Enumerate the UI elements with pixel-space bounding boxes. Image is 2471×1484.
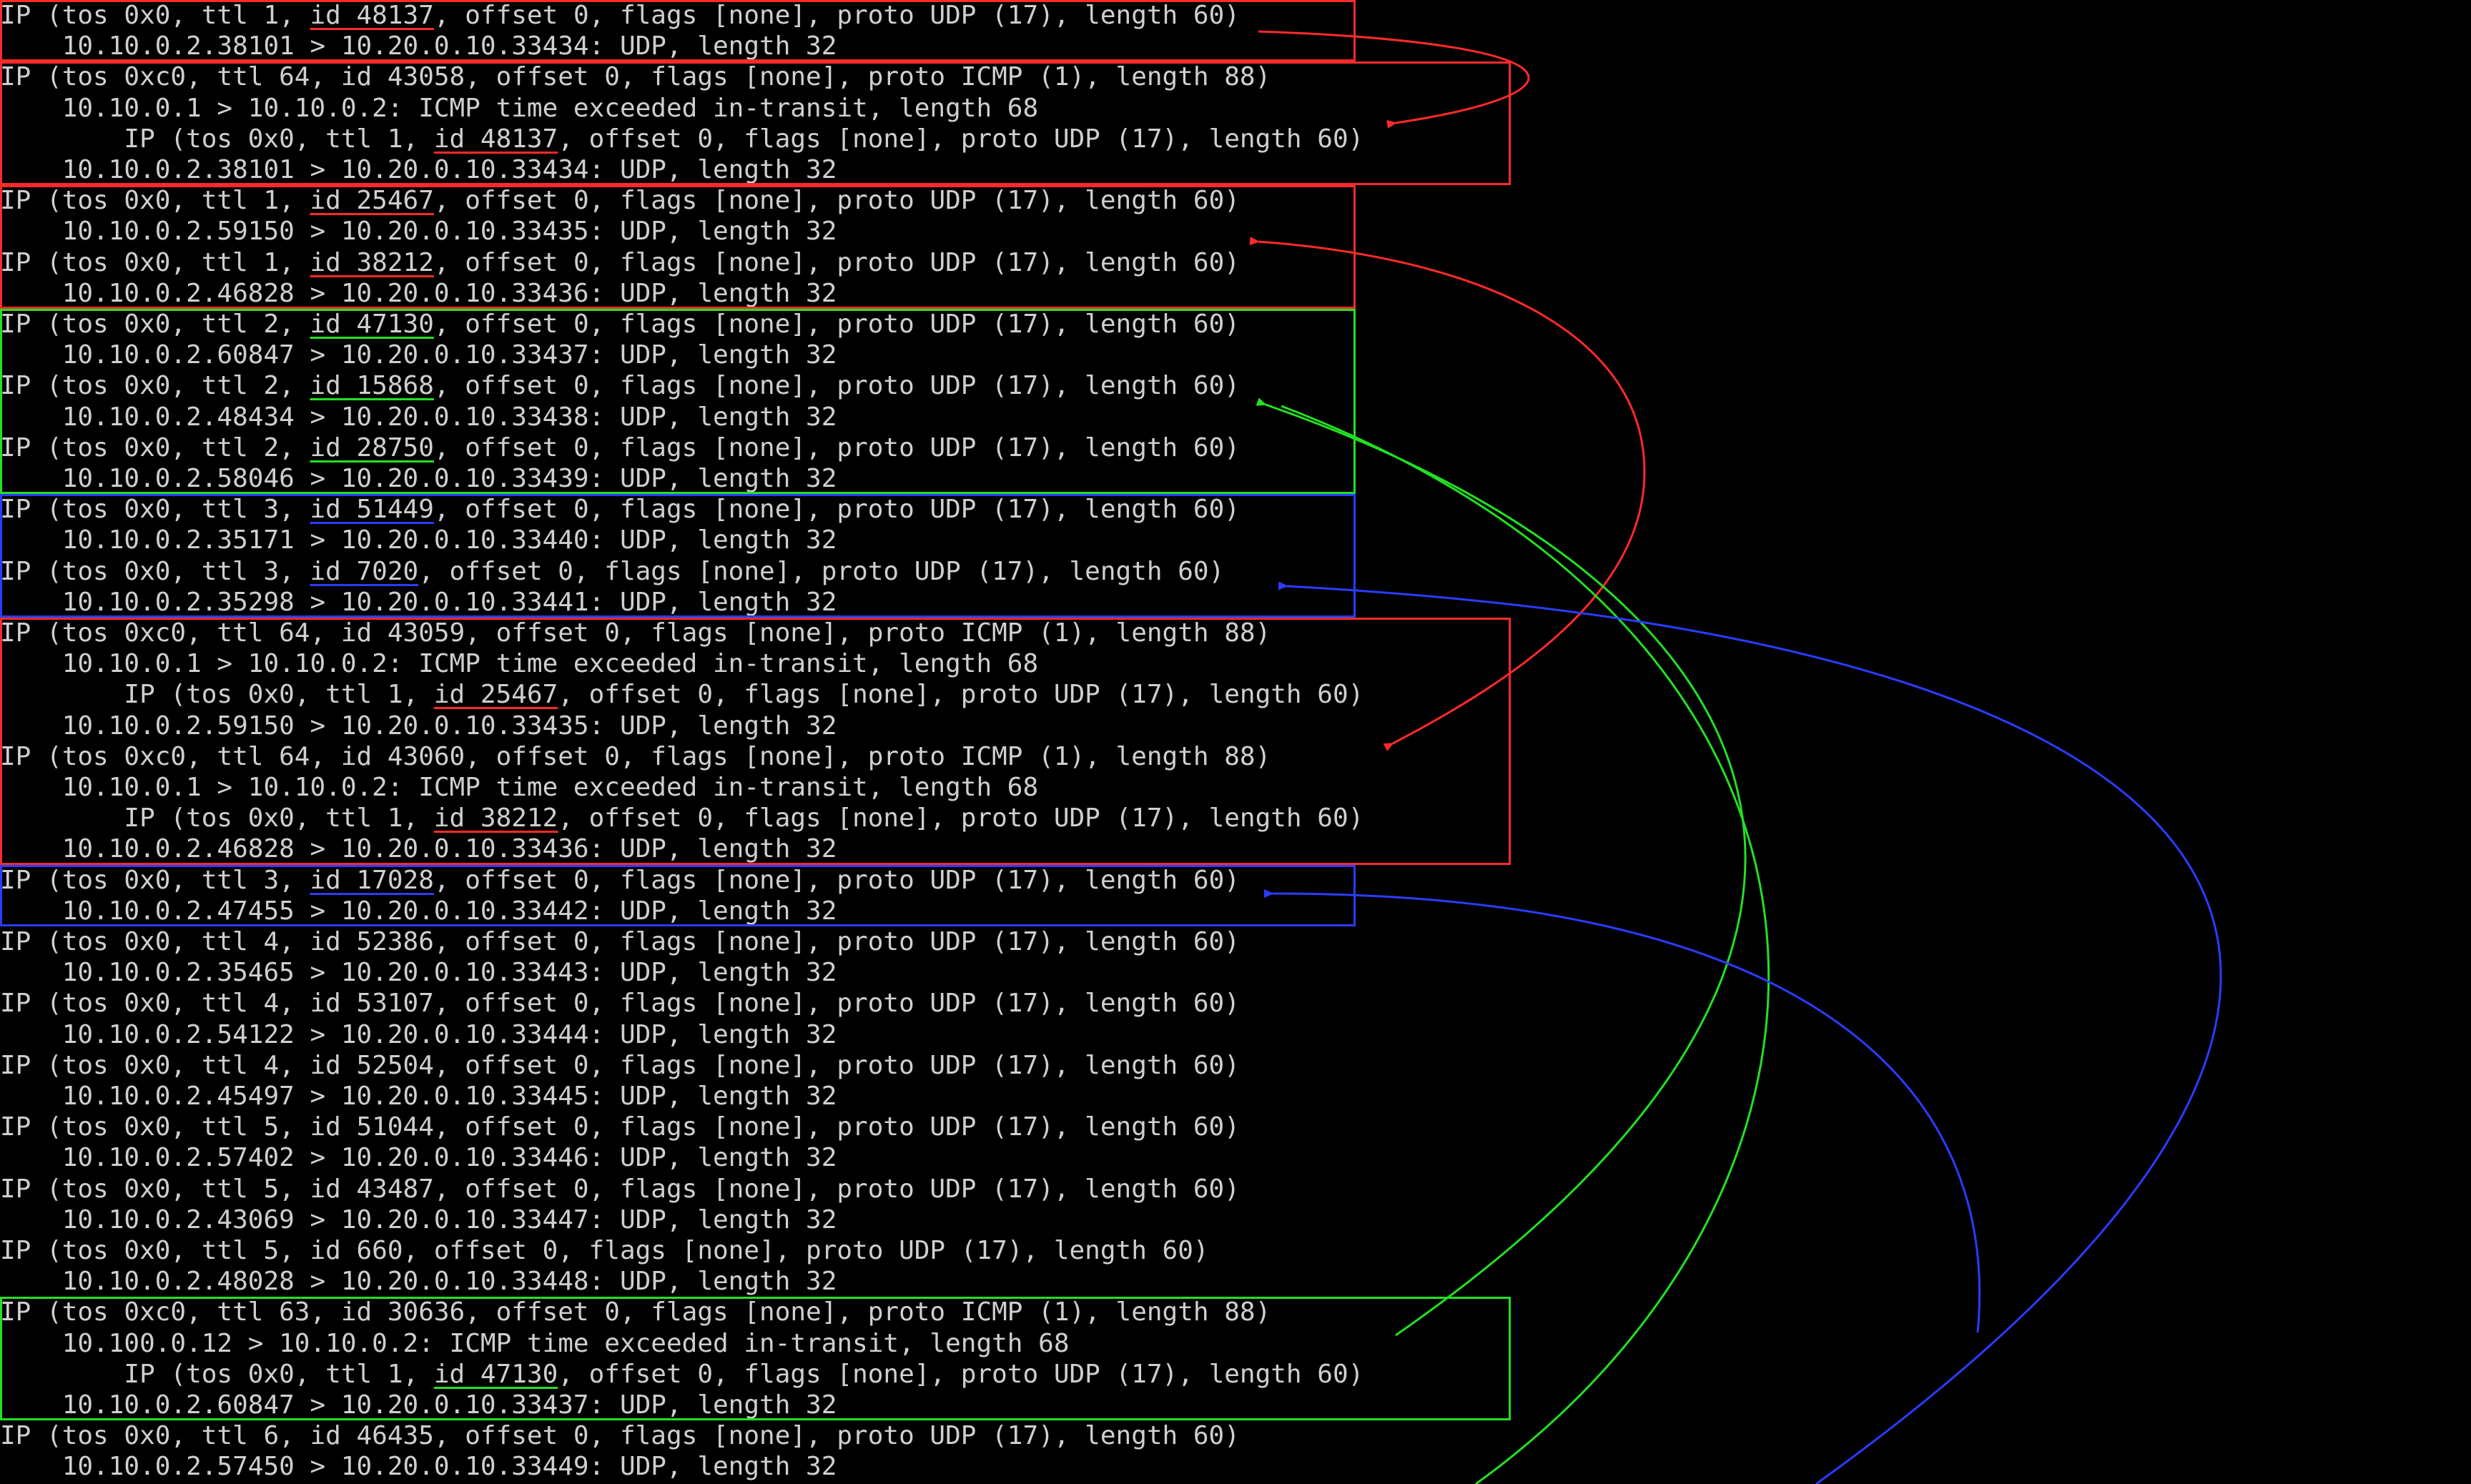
packet-id-7020: id 7020 bbox=[310, 556, 419, 586]
output-line: IP (tos 0x0, ttl 5, id 43487, offset 0, … bbox=[0, 1174, 1240, 1204]
output-line: 10.10.0.2.59150 > 10.20.0.10.33435: UDP,… bbox=[0, 711, 837, 741]
arrow-blue-1 bbox=[1278, 581, 2222, 1484]
output-line: IP (tos 0x0, ttl 3, id 17028, offset 0, … bbox=[0, 865, 1240, 895]
output-line: 10.10.0.2.35171 > 10.20.0.10.33440: UDP,… bbox=[0, 525, 837, 555]
output-line: IP (tos 0x0, ttl 5, id 660, offset 0, fl… bbox=[0, 1236, 1209, 1265]
output-line: IP (tos 0x0, ttl 1, id 25467, offset 0, … bbox=[0, 680, 1364, 710]
output-line: IP (tos 0x0, ttl 6, id 46435, offset 0, … bbox=[0, 1421, 1240, 1451]
output-line: 10.10.0.1 > 10.10.0.2: ICMP time exceede… bbox=[0, 93, 1039, 123]
arrow-red-2 bbox=[1249, 237, 1646, 473]
arrow-green-1 bbox=[1256, 397, 1747, 1337]
output-line: IP (tos 0x0, ttl 1, id 47130, offset 0, … bbox=[0, 1359, 1364, 1389]
output-line: 10.10.0.2.54122 > 10.20.0.10.33444: UDP,… bbox=[0, 1019, 837, 1049]
output-line: IP (tos 0x0, ttl 2, id 15868, offset 0, … bbox=[0, 371, 1240, 401]
output-line: 10.10.0.2.45497 > 10.20.0.10.33445: UDP,… bbox=[0, 1082, 837, 1111]
output-line: 10.10.0.2.57402 > 10.20.0.10.33446: UDP,… bbox=[0, 1143, 837, 1173]
output-line: IP (tos 0x0, ttl 1, id 48137, offset 0, … bbox=[0, 1, 1240, 30]
output-line: IP (tos 0x0, ttl 4, id 53107, offset 0, … bbox=[0, 989, 1240, 1019]
output-line: IP (tos 0xc0, ttl 64, id 43058, offset 0… bbox=[0, 62, 1271, 92]
arrow-blue-2 bbox=[1263, 889, 1981, 1333]
output-line: 10.10.0.2.38101 > 10.20.0.10.33434: UDP,… bbox=[0, 31, 837, 61]
packet-id-15868: id 15868 bbox=[310, 371, 434, 401]
output-line: IP (tos 0x0, ttl 2, id 47130, offset 0, … bbox=[0, 310, 1240, 339]
packet-id-17028: id 17028 bbox=[310, 865, 434, 895]
output-line: 10.10.0.2.47455 > 10.20.0.10.33442: UDP,… bbox=[0, 896, 837, 926]
output-line: IP (tos 0x0, ttl 3, id 51449, offset 0, … bbox=[0, 495, 1240, 525]
output-line: 10.10.0.2.46828 > 10.20.0.10.33436: UDP,… bbox=[0, 834, 837, 864]
packet-id-38212: id 38212 bbox=[310, 247, 434, 277]
output-line: IP (tos 0x0, ttl 1, id 38212, offset 0, … bbox=[0, 803, 1364, 833]
output-line: 10.10.0.2.46828 > 10.20.0.10.33436: UDP,… bbox=[0, 278, 837, 308]
output-line: IP (tos 0x0, ttl 4, id 52504, offset 0, … bbox=[0, 1050, 1240, 1080]
packet-id-25467: id 25467 bbox=[310, 186, 434, 216]
output-line: IP (tos 0x0, ttl 4, id 52386, offset 0, … bbox=[0, 927, 1240, 956]
packet-id-47130: id 47130 bbox=[310, 310, 434, 339]
output-line: IP (tos 0x0, ttl 1, id 48137, offset 0, … bbox=[0, 124, 1364, 154]
output-line: 10.10.0.2.35298 > 10.20.0.10.33441: UDP,… bbox=[0, 587, 837, 617]
packet-id-48137: id 48137 bbox=[310, 1, 434, 30]
output-line: 10.10.0.2.57450 > 10.20.0.10.33449: UDP,… bbox=[0, 1452, 837, 1482]
output-line: 10.10.0.1 > 10.10.0.2: ICMP time exceede… bbox=[0, 773, 1039, 802]
packet-id-38212: id 38212 bbox=[433, 803, 558, 833]
output-line: IP (tos 0xc0, ttl 63, id 30636, offset 0… bbox=[0, 1297, 1271, 1327]
output-line: IP (tos 0x0, ttl 1, id 25467, offset 0, … bbox=[0, 186, 1240, 216]
output-line: IP (tos 0xc0, ttl 64, id 43060, offset 0… bbox=[0, 741, 1271, 771]
arrow-green-2 bbox=[1281, 405, 1770, 1484]
output-line: 10.10.0.2.58046 > 10.20.0.10.33439: UDP,… bbox=[0, 464, 837, 493]
output-line: 10.10.0.2.60847 > 10.20.0.10.33437: UDP,… bbox=[0, 340, 837, 370]
packet-id-25467: id 25467 bbox=[433, 680, 558, 710]
arrow-red-3 bbox=[1383, 471, 1646, 751]
output-line: IP (tos 0x0, ttl 5, id 51044, offset 0, … bbox=[0, 1112, 1240, 1142]
packet-id-47130: id 47130 bbox=[433, 1359, 558, 1389]
arrow-red-1 bbox=[1258, 30, 1530, 129]
output-line: 10.10.0.2.48434 > 10.20.0.10.33438: UDP,… bbox=[0, 402, 837, 432]
output-line: 10.10.0.2.48028 > 10.20.0.10.33448: UDP,… bbox=[0, 1267, 837, 1297]
output-line: 10.10.0.2.38101 > 10.20.0.10.33434: UDP,… bbox=[0, 155, 837, 184]
output-line: 10.10.0.2.59150 > 10.20.0.10.33435: UDP,… bbox=[0, 217, 837, 247]
output-line: 10.10.0.1 > 10.10.0.2: ICMP time exceede… bbox=[0, 649, 1039, 679]
terminal-window[interactable]: IP (tos 0x0, ttl 1, id 48137, offset 0, … bbox=[0, 0, 2471, 1484]
output-line: IP (tos 0x0, ttl 2, id 28750, offset 0, … bbox=[0, 432, 1240, 462]
output-line: 10.100.0.12 > 10.10.0.2: ICMP time excee… bbox=[0, 1328, 1070, 1358]
output-line: IP (tos 0x0, ttl 1, id 38212, offset 0, … bbox=[0, 247, 1240, 277]
packet-id-28750: id 28750 bbox=[310, 432, 434, 462]
output-line: IP (tos 0xc0, ttl 64, id 43059, offset 0… bbox=[0, 618, 1271, 648]
output-line: 10.10.0.2.43069 > 10.20.0.10.33447: UDP,… bbox=[0, 1204, 837, 1235]
packet-id-48137: id 48137 bbox=[433, 124, 558, 154]
output-line: 10.10.0.2.60847 > 10.20.0.10.33437: UDP,… bbox=[0, 1390, 837, 1420]
output-line: 10.10.0.2.35465 > 10.20.0.10.33443: UDP,… bbox=[0, 958, 837, 988]
packet-id-51449: id 51449 bbox=[310, 495, 434, 525]
output-line: IP (tos 0x0, ttl 3, id 7020, offset 0, f… bbox=[0, 556, 1225, 586]
